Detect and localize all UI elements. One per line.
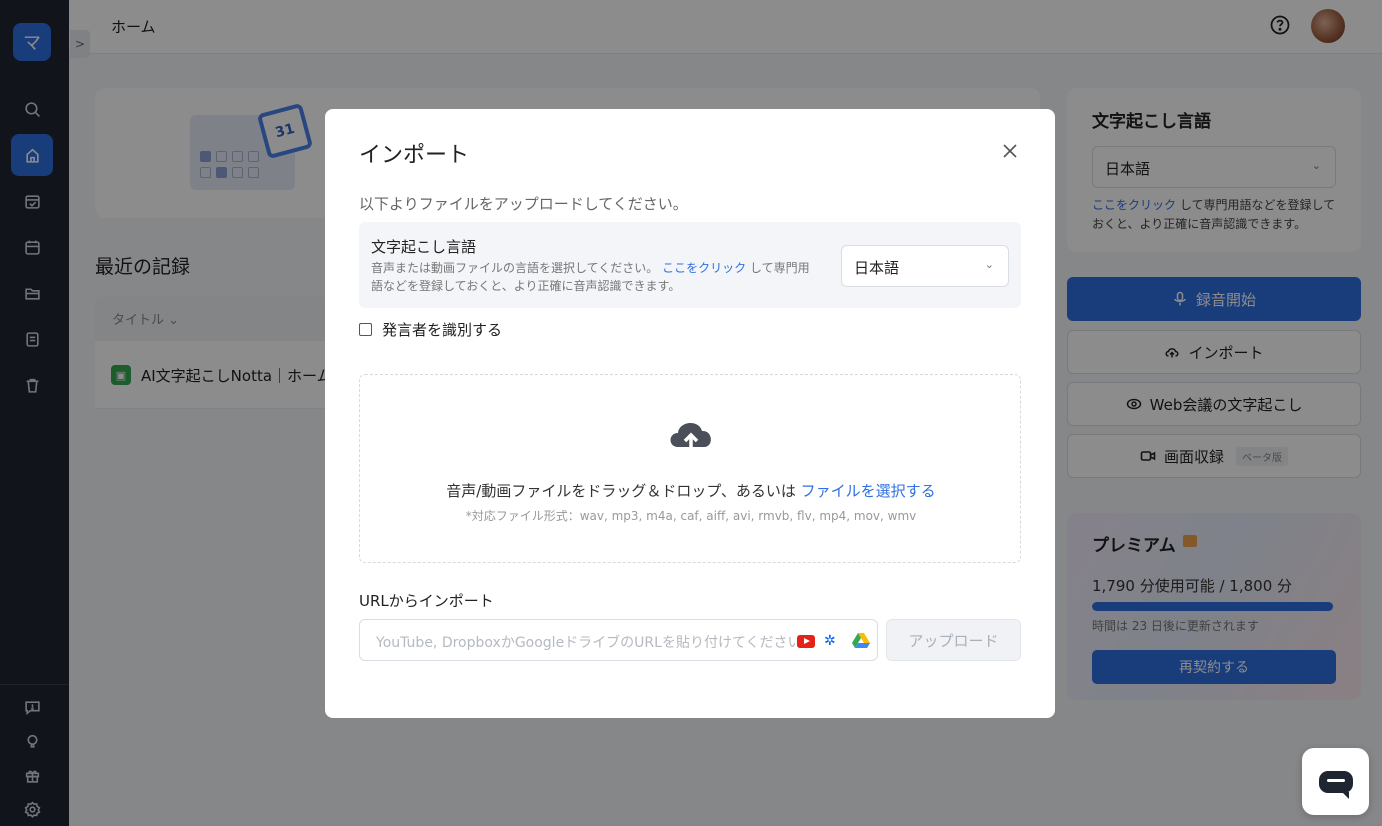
google-drive-icon xyxy=(852,633,870,648)
language-section-desc: 音声または動画ファイルの言語を選択してください。 ここをクリック して専門用語な… xyxy=(371,259,821,295)
chat-support-button[interactable] xyxy=(1302,748,1369,815)
speaker-id-option[interactable]: 発言者を識別する xyxy=(359,319,502,340)
chevron-down-icon: ⌄ xyxy=(984,258,994,271)
youtube-icon xyxy=(797,635,815,648)
import-modal: インポート 以下よりファイルをアップロードしてください。 文字起こし言語 音声ま… xyxy=(325,109,1055,718)
url-input-placeholder: YouTube, DropboxかGoogleドライブのURLを貼り付けてくださ… xyxy=(376,635,796,651)
modal-language-value: 日本語 xyxy=(854,259,900,277)
speaker-id-label: 発言者を識別する xyxy=(382,321,503,339)
close-icon[interactable] xyxy=(1000,141,1020,161)
url-input[interactable]: YouTube, DropboxかGoogleドライブのURLを貼り付けてくださ… xyxy=(359,619,878,661)
modal-title: インポート xyxy=(359,143,470,168)
supported-formats: *対応ファイル形式：wav, mp3, m4a, caf, aiff, avi,… xyxy=(465,509,917,523)
url-import-label: URLからインポート xyxy=(359,592,494,610)
chat-icon xyxy=(1318,770,1353,799)
language-section: 文字起こし言語 音声または動画ファイルの言語を選択してください。 ここをクリック… xyxy=(359,222,1021,308)
language-desc-text: 音声または動画ファイルの言語を選択してください。 xyxy=(371,261,663,275)
file-drop-zone[interactable]: 音声/動画ファイルをドラッグ＆ドロップ、あるいは ファイルを選択する *対応ファ… xyxy=(359,374,1021,563)
custom-vocab-link[interactable]: ここをクリック xyxy=(662,261,746,275)
cloud-upload-icon xyxy=(670,422,711,453)
upload-button[interactable]: アップロード xyxy=(886,619,1021,661)
speaker-id-checkbox[interactable] xyxy=(359,323,372,336)
modal-intro: 以下よりファイルをアップロードしてください。 xyxy=(359,195,688,213)
modal-language-select[interactable]: 日本語 ⌄ xyxy=(841,245,1009,287)
language-section-title: 文字起こし言語 xyxy=(371,238,477,256)
dropbox-icon: ✲ xyxy=(824,633,836,649)
drop-instruction: 音声/動画ファイルをドラッグ＆ドロップ、あるいは xyxy=(446,482,801,500)
drop-zone-text: 音声/動画ファイルをドラッグ＆ドロップ、あるいは ファイルを選択する xyxy=(360,480,1022,501)
select-file-link[interactable]: ファイルを選択する xyxy=(801,482,936,500)
